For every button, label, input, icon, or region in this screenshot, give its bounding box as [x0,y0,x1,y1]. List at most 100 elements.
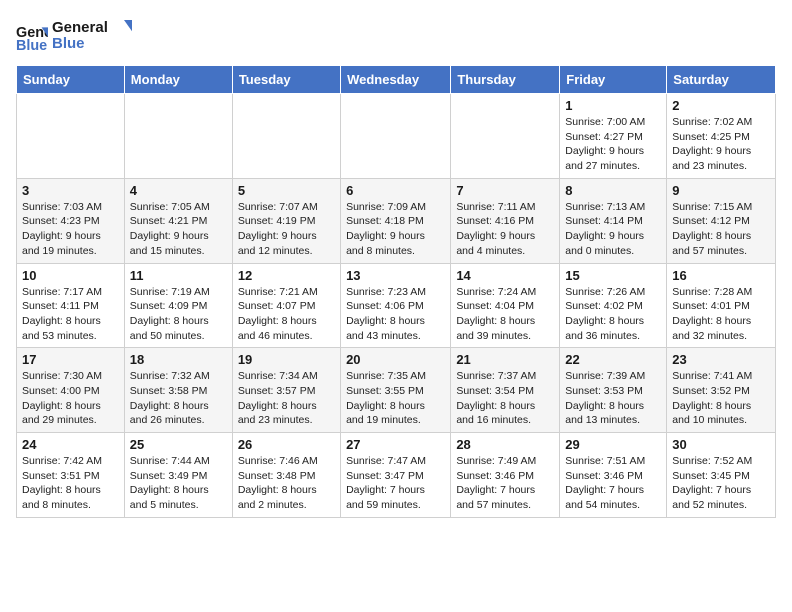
day-number: 28 [456,437,554,452]
calendar-cell: 17Sunrise: 7:30 AMSunset: 4:00 PMDayligh… [17,348,125,433]
calendar-cell: 19 Sunrise: 7:34 AMSunset: 3:57 PMDayligh… [232,348,340,433]
day-info: Sunrise: 7:51 AMSunset: 3:46 PMDaylight:… [565,454,661,513]
day-number: 10 [22,268,119,283]
day-info: Sunrise: 7:35 AMSunset: 3:55 PMDaylight:… [346,369,445,428]
day-number: 13 [346,268,445,283]
day-info: Sunrise: 7:44 AMSunset: 3:49 PMDaylight:… [130,454,227,513]
weekday-header-friday: Friday [560,66,667,94]
calendar-cell: 20 Sunrise: 7:35 AMSunset: 3:55 PMDayligh… [341,348,451,433]
day-number: 29 [565,437,661,452]
calendar-cell: 27Sunrise: 7:47 AMSunset: 3:47 PMDayligh… [341,433,451,518]
svg-text:Blue: Blue [16,37,47,52]
calendar-cell: 14 Sunrise: 7:24 AMSunset: 4:04 PMDayligh… [451,263,560,348]
calendar-cell: 29 Sunrise: 7:51 AMSunset: 3:46 PMDayligh… [560,433,667,518]
day-number: 3 [22,183,119,198]
day-number: 23 [672,352,770,367]
day-info: Sunrise: 7:19 AMSunset: 4:09 PMDaylight:… [130,285,227,344]
day-info: Sunrise: 7:11 AMSunset: 4:16 PMDaylight:… [456,200,554,259]
day-number: 22 [565,352,661,367]
calendar-cell: 8 Sunrise: 7:13 AMSunset: 4:14 PMDaylight… [560,178,667,263]
day-info: Sunrise: 7:23 AMSunset: 4:06 PMDaylight:… [346,285,445,344]
calendar-cell: 23Sunrise: 7:41 AMSunset: 3:52 PMDayligh… [667,348,776,433]
day-number: 25 [130,437,227,452]
calendar-row-2: 3 Sunrise: 7:03 AMSunset: 4:23 PMDaylight… [17,178,776,263]
day-info: Sunrise: 7:17 AMSunset: 4:11 PMDaylight:… [22,285,119,344]
day-number: 9 [672,183,770,198]
weekday-header-saturday: Saturday [667,66,776,94]
weekday-header-wednesday: Wednesday [341,66,451,94]
day-info: Sunrise: 7:34 AMSunset: 3:57 PMDaylight:… [238,369,335,428]
calendar-cell [232,94,340,179]
calendar-row-5: 24 Sunrise: 7:42 AMSunset: 3:51 PMDayligh… [17,433,776,518]
calendar-cell: 11 Sunrise: 7:19 AMSunset: 4:09 PMDayligh… [124,263,232,348]
day-number: 30 [672,437,770,452]
calendar-cell: 30Sunrise: 7:52 AMSunset: 3:45 PMDayligh… [667,433,776,518]
weekday-header-row: SundayMondayTuesdayWednesdayThursdayFrid… [17,66,776,94]
weekday-header-monday: Monday [124,66,232,94]
day-info: Sunrise: 7:24 AMSunset: 4:04 PMDaylight:… [456,285,554,344]
day-number: 21 [456,352,554,367]
day-number: 7 [456,183,554,198]
calendar-cell: 9 Sunrise: 7:15 AMSunset: 4:12 PMDaylight… [667,178,776,263]
calendar-cell: 3 Sunrise: 7:03 AMSunset: 4:23 PMDaylight… [17,178,125,263]
day-info: Sunrise: 7:00 AMSunset: 4:27 PMDaylight:… [565,115,661,174]
calendar-cell: 5Sunrise: 7:07 AMSunset: 4:19 PMDaylight… [232,178,340,263]
day-number: 20 [346,352,445,367]
calendar-cell: 15 Sunrise: 7:26 AMSunset: 4:02 PMDayligh… [560,263,667,348]
calendar-cell: 21 Sunrise: 7:37 AMSunset: 3:54 PMDayligh… [451,348,560,433]
calendar-cell: 28 Sunrise: 7:49 AMSunset: 3:46 PMDayligh… [451,433,560,518]
weekday-header-tuesday: Tuesday [232,66,340,94]
day-number: 14 [456,268,554,283]
day-info: Sunrise: 7:46 AMSunset: 3:48 PMDaylight:… [238,454,335,513]
calendar-cell: 24 Sunrise: 7:42 AMSunset: 3:51 PMDayligh… [17,433,125,518]
day-info: Sunrise: 7:03 AMSunset: 4:23 PMDaylight:… [22,200,119,259]
day-number: 15 [565,268,661,283]
day-info: Sunrise: 7:05 AMSunset: 4:21 PMDaylight:… [130,200,227,259]
calendar-cell: 18Sunrise: 7:32 AMSunset: 3:58 PMDayligh… [124,348,232,433]
weekday-header-thursday: Thursday [451,66,560,94]
day-info: Sunrise: 7:42 AMSunset: 3:51 PMDaylight:… [22,454,119,513]
day-info: Sunrise: 7:26 AMSunset: 4:02 PMDaylight:… [565,285,661,344]
day-number: 24 [22,437,119,452]
calendar-cell: 16Sunrise: 7:28 AMSunset: 4:01 PMDayligh… [667,263,776,348]
day-info: Sunrise: 7:21 AMSunset: 4:07 PMDaylight:… [238,285,335,344]
calendar-cell: 2Sunrise: 7:02 AMSunset: 4:25 PMDaylight… [667,94,776,179]
calendar-cell [341,94,451,179]
svg-text:Blue: Blue [52,35,85,52]
weekday-header-sunday: Sunday [17,66,125,94]
day-info: Sunrise: 7:49 AMSunset: 3:46 PMDaylight:… [456,454,554,513]
day-number: 18 [130,352,227,367]
logo-svg: General Blue [52,16,132,52]
logo: General Blue General Blue [16,16,132,57]
day-info: Sunrise: 7:07 AMSunset: 4:19 PMDaylight:… [238,200,335,259]
calendar-cell: 7 Sunrise: 7:11 AMSunset: 4:16 PMDaylight… [451,178,560,263]
day-number: 4 [130,183,227,198]
calendar-cell [451,94,560,179]
calendar-cell: 6 Sunrise: 7:09 AMSunset: 4:18 PMDaylight… [341,178,451,263]
calendar-cell [17,94,125,179]
calendar-cell: 1 Sunrise: 7:00 AMSunset: 4:27 PMDaylight… [560,94,667,179]
calendar-cell: 10 Sunrise: 7:17 AMSunset: 4:11 PMDayligh… [17,263,125,348]
page-header: General Blue General Blue [16,16,776,57]
day-number: 6 [346,183,445,198]
day-number: 19 [238,352,335,367]
day-info: Sunrise: 7:02 AMSunset: 4:25 PMDaylight:… [672,115,770,174]
day-number: 1 [565,98,661,113]
logo-icon: General Blue [16,21,48,53]
calendar-table: SundayMondayTuesdayWednesdayThursdayFrid… [16,65,776,518]
day-number: 16 [672,268,770,283]
day-number: 26 [238,437,335,452]
svg-text:General: General [52,19,108,36]
calendar-cell: 4 Sunrise: 7:05 AMSunset: 4:21 PMDaylight… [124,178,232,263]
calendar-row-4: 17Sunrise: 7:30 AMSunset: 4:00 PMDayligh… [17,348,776,433]
day-info: Sunrise: 7:37 AMSunset: 3:54 PMDaylight:… [456,369,554,428]
day-number: 12 [238,268,335,283]
calendar-cell: 25 Sunrise: 7:44 AMSunset: 3:49 PMDayligh… [124,433,232,518]
day-info: Sunrise: 7:09 AMSunset: 4:18 PMDaylight:… [346,200,445,259]
day-number: 11 [130,268,227,283]
day-number: 27 [346,437,445,452]
day-info: Sunrise: 7:15 AMSunset: 4:12 PMDaylight:… [672,200,770,259]
calendar-cell: 12 Sunrise: 7:21 AMSunset: 4:07 PMDayligh… [232,263,340,348]
day-number: 8 [565,183,661,198]
day-info: Sunrise: 7:13 AMSunset: 4:14 PMDaylight:… [565,200,661,259]
